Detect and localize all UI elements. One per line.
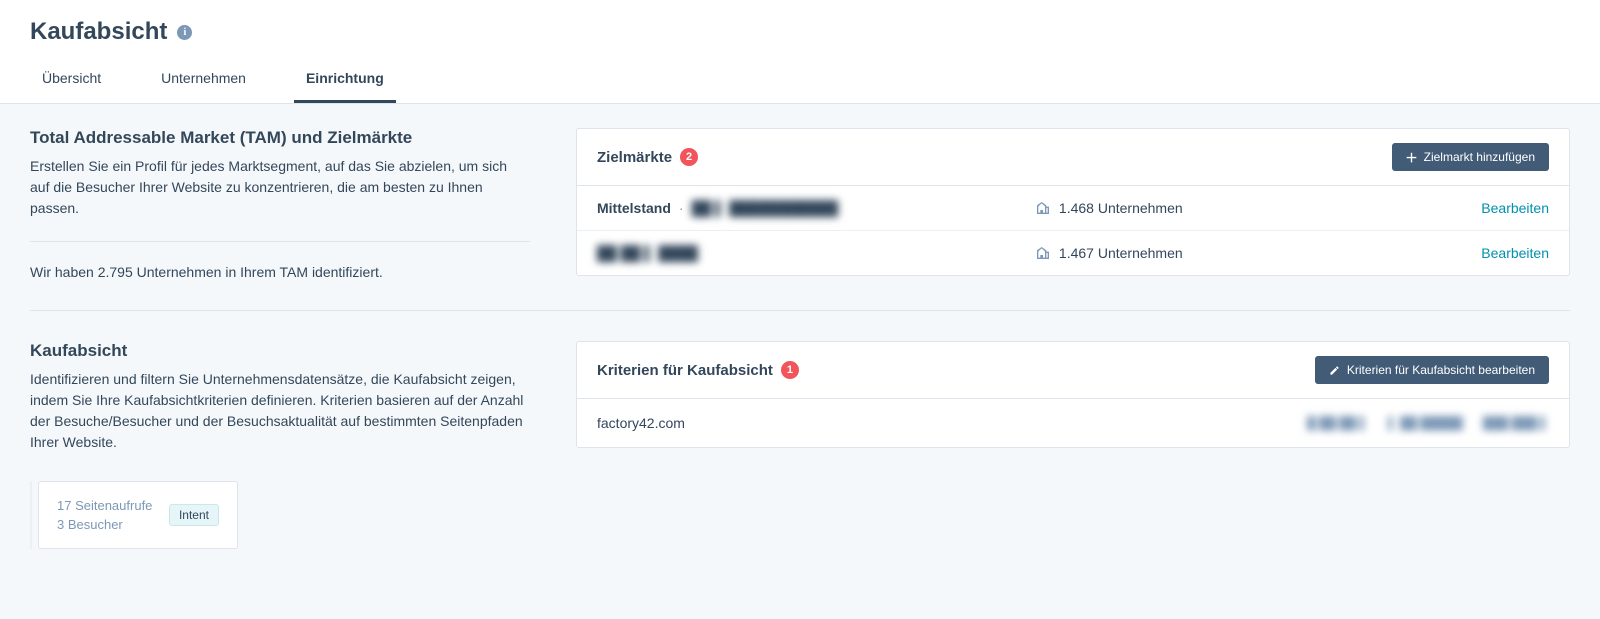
page-title: Kaufabsicht — [30, 18, 167, 46]
info-icon[interactable]: i — [177, 25, 192, 40]
criteria-meta-blurred: ▌ ██ █████ — [1388, 416, 1463, 430]
criteria-meta: █ ██ ██ ▌ ▌ ██ █████ ███ ███ ▌ — [1307, 416, 1549, 430]
intent-right-col: Kriterien für Kaufabsicht 1 Kriterien fü… — [576, 341, 1570, 549]
edit-market-link[interactable]: Bearbeiten — [1481, 200, 1549, 216]
tab-unternehmen[interactable]: Unternehmen — [149, 60, 258, 103]
company-icon — [1035, 200, 1051, 216]
intent-description: Identifizieren und filtern Sie Unternehm… — [30, 369, 530, 453]
target-markets-count-badge: 2 — [680, 148, 698, 166]
divider — [30, 241, 530, 242]
intent-tag: Intent — [169, 504, 219, 526]
body-area: Total Addressable Market (TAM) und Zielm… — [0, 104, 1600, 619]
tam-right-col: Zielmärkte 2 Zielmarkt hinzufügen Mittel… — [576, 128, 1570, 280]
intent-left-col: Kaufabsicht Identifizieren und filtern S… — [30, 341, 530, 549]
add-target-market-label: Zielmarkt hinzufügen — [1424, 150, 1535, 164]
tabs: Übersicht Unternehmen Einrichtung — [30, 60, 1570, 103]
market-name: Mittelstand — [597, 200, 671, 216]
intent-heading: Kaufabsicht — [30, 341, 530, 361]
tam-left-col: Total Addressable Market (TAM) und Zielm… — [30, 128, 530, 280]
intent-preview-box: 17 Seitenaufrufe 3 Besucher Intent — [38, 481, 238, 549]
criteria-domain: factory42.com — [597, 415, 685, 431]
tam-summary: Wir haben 2.795 Unternehmen in Ihrem TAM… — [30, 264, 530, 280]
market-company-count: 1.467 Unternehmen — [1059, 245, 1183, 261]
market-row: Mittelstand · ██ ▌ ███████████ 1.468 Unt… — [577, 186, 1569, 230]
pencil-icon — [1329, 365, 1340, 376]
market-name-blurred: ██ ██ ▌ ████ — [597, 245, 698, 261]
criteria-meta-blurred: █ ██ ██ ▌ — [1307, 416, 1368, 430]
tab-uebersicht[interactable]: Übersicht — [30, 60, 113, 103]
tam-description: Erstellen Sie ein Profil für jedes Markt… — [30, 156, 530, 219]
intent-preview: 17 Seitenaufrufe 3 Besucher Intent — [30, 481, 530, 549]
market-detail-blurred: ██ ▌ ███████████ — [692, 200, 839, 216]
add-target-market-button[interactable]: Zielmarkt hinzufügen — [1392, 143, 1549, 171]
criteria-meta-blurred: ███ ███ ▌ — [1483, 416, 1549, 430]
target-markets-title: Zielmärkte — [597, 149, 672, 166]
market-row: ██ ██ ▌ ████ 1.467 Unternehmen Bearbeite… — [577, 230, 1569, 275]
page-header: Kaufabsicht i Übersicht Unternehmen Einr… — [0, 0, 1600, 104]
intent-criteria-title: Kriterien für Kaufabsicht — [597, 362, 773, 379]
tam-heading: Total Addressable Market (TAM) und Zielm… — [30, 128, 530, 148]
edit-intent-criteria-label: Kriterien für Kaufabsicht bearbeiten — [1347, 363, 1535, 377]
intent-criteria-card: Kriterien für Kaufabsicht 1 Kriterien fü… — [576, 341, 1570, 448]
intent-pageviews: 17 Seitenaufrufe — [57, 498, 152, 513]
intent-visitors: 3 Besucher — [57, 517, 152, 532]
company-icon — [1035, 245, 1051, 261]
plus-icon — [1406, 152, 1417, 163]
tab-einrichtung[interactable]: Einrichtung — [294, 60, 396, 103]
section-intent: Kaufabsicht Identifizieren und filtern S… — [30, 310, 1570, 579]
criteria-row: factory42.com █ ██ ██ ▌ ▌ ██ █████ ███ █… — [577, 399, 1569, 447]
separator: · — [679, 200, 684, 216]
edit-intent-criteria-button[interactable]: Kriterien für Kaufabsicht bearbeiten — [1315, 356, 1549, 384]
target-markets-card: Zielmärkte 2 Zielmarkt hinzufügen Mittel… — [576, 128, 1570, 276]
edit-market-link[interactable]: Bearbeiten — [1481, 245, 1549, 261]
section-tam: Total Addressable Market (TAM) und Zielm… — [30, 128, 1570, 310]
market-company-count: 1.468 Unternehmen — [1059, 200, 1183, 216]
intent-criteria-count-badge: 1 — [781, 361, 799, 379]
